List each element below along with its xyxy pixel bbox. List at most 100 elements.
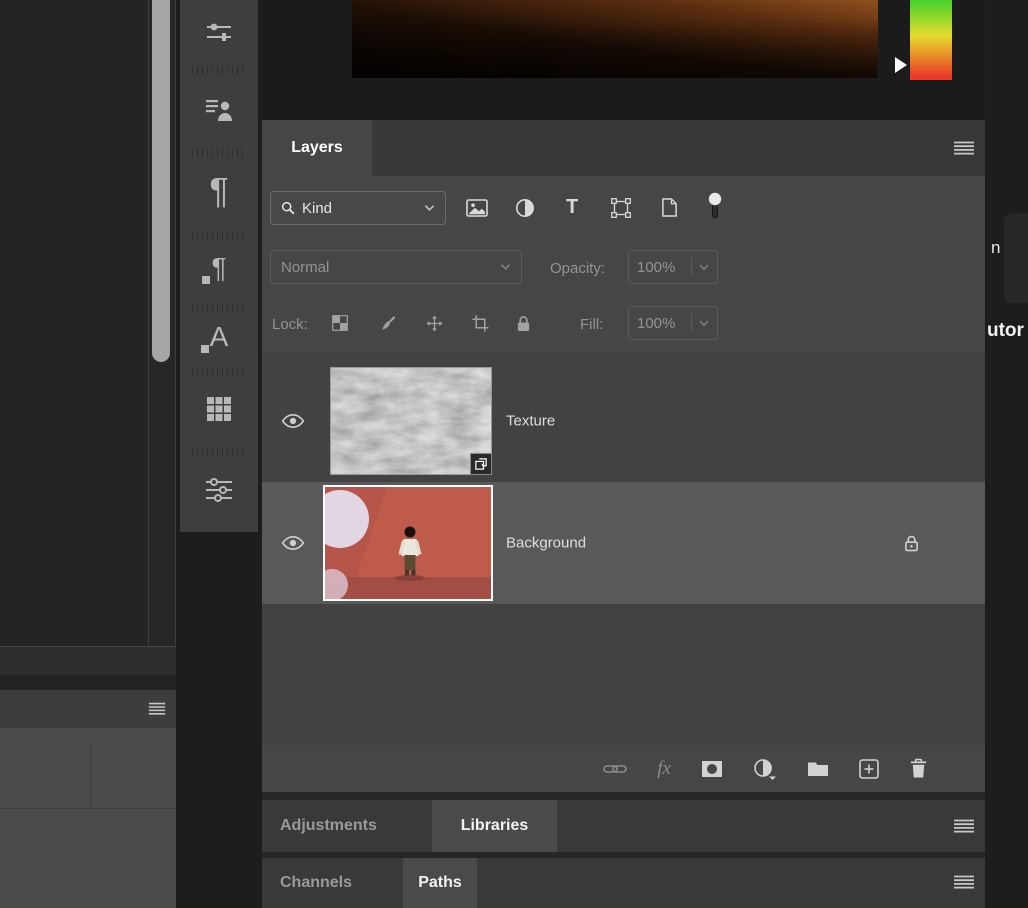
cell-divider [90,746,91,808]
layer-name: Texture [506,413,555,430]
layers-tab-bar: Layers [262,120,985,176]
lock-pixels-icon[interactable] [380,315,397,332]
layer-style-fx-icon[interactable]: fx [657,758,671,780]
type-layer-filter-icon[interactable]: T [566,196,578,219]
paragraph-styles-panel-button[interactable]: ¶ [180,240,258,296]
panel-icon-strip: ¶ ¶ A [180,0,258,532]
document-area-left [0,0,176,908]
grid-panel-button[interactable] [180,380,258,438]
filter-kind-value: Kind [302,200,332,217]
delete-layer-trash-icon[interactable] [909,758,928,779]
menu-icon[interactable] [953,819,975,833]
filter-toggle-icon[interactable] [708,192,722,220]
new-group-folder-icon[interactable] [807,760,829,777]
smart-object-filter-icon[interactable] [661,198,678,217]
properties-icon [205,478,233,502]
blend-mode-value: Normal [281,259,329,276]
paragraph-panel-button[interactable]: ¶ [180,160,258,222]
layers-panel: Layers Kind [262,120,985,792]
collapsed-panel-body [0,728,176,908]
tab-paths[interactable]: Paths [403,858,477,908]
filter-kind-dropdown[interactable]: Kind [270,191,446,225]
tab-adjustments[interactable]: Adjustments [280,800,377,852]
lock-position-icon[interactable] [426,315,443,332]
glyphs-panel-button[interactable] [180,80,258,140]
gradient-arrow-icon [895,57,907,73]
smart-filter-badge-icon [470,453,492,475]
document-canvas [262,0,985,120]
tab-channels[interactable]: Channels [280,858,352,908]
tab-layers[interactable]: Layers [262,120,372,176]
chevron-down-icon [699,264,709,271]
right-edge-strip: n utor [985,0,1028,908]
layer-thumbnail[interactable] [323,485,493,601]
opacity-label: Opacity: [550,240,605,296]
search-icon [281,201,295,215]
add-layer-mask-icon[interactable] [701,760,723,778]
menu-icon[interactable] [953,141,975,155]
tab-libraries[interactable]: Libraries [432,800,557,852]
lock-fill-row: Lock: Fill: 100% [262,296,985,352]
new-layer-icon[interactable] [859,759,879,779]
menu-icon[interactable] [148,702,166,715]
cell-divider [0,808,176,809]
fill-dropdown[interactable]: 100% [628,306,718,340]
tone-mixer-panel-button[interactable] [180,6,258,58]
channels-paths-tab-bar: Channels Paths [262,858,985,908]
color-gradient-bar [910,0,952,80]
dropdown-divider [691,257,692,277]
scrollbar-thumb[interactable] [152,0,170,362]
blend-mode-dropdown[interactable]: Normal [270,250,522,284]
visibility-eye-icon[interactable] [281,413,305,429]
panel-grip-ticks [192,303,246,311]
layer-filter-row: Kind T [262,176,985,240]
panel-grip-ticks [192,449,246,457]
adjustments-libraries-tab-bar: Adjustments Libraries [262,800,985,852]
glyphs-icon [205,97,233,123]
layer-row-texture[interactable]: Texture [262,362,985,480]
document-image [352,0,878,78]
lock-all-icon[interactable] [516,315,531,332]
properties-panel-button[interactable] [180,460,258,520]
panel-dock: Layers Kind [262,0,985,908]
opacity-dropdown[interactable]: 100% [628,250,718,284]
vertical-scrollbar[interactable] [148,0,176,646]
chevron-down-icon [500,263,511,271]
clipped-text-fragment: utor [987,320,1024,342]
lock-transparency-icon[interactable] [332,315,348,331]
menu-icon[interactable] [953,875,975,889]
panel-grip-ticks [192,149,246,157]
dropdown-divider [691,313,692,333]
chevron-down-icon [424,204,435,212]
paragraph-styles-icon: ¶ [211,254,226,282]
character-styles-icon: A [210,323,229,351]
layers-action-bar: fx [262,745,985,792]
new-adjustment-layer-icon[interactable] [753,758,777,780]
fill-label: Fill: [580,296,603,352]
collapsed-panel-header [0,690,176,728]
mixer-icon [205,20,233,44]
panel-grip-ticks [192,66,246,74]
fill-value: 100% [637,315,675,332]
panel-grip-ticks [192,369,246,377]
pixel-layer-filter-icon[interactable] [466,199,488,217]
collapsed-side-panel [1004,213,1028,303]
visibility-eye-icon[interactable] [281,535,305,551]
character-styles-panel-button[interactable]: A [180,312,258,362]
shape-layer-filter-icon[interactable] [611,198,631,218]
layer-thumbnail[interactable] [330,367,492,475]
layer-row-background[interactable]: Background [262,482,985,604]
layer-lock-badge-icon[interactable] [904,535,919,552]
adjustment-layer-filter-icon[interactable] [515,198,535,218]
paragraph-icon: ¶ [209,173,228,209]
chevron-down-icon [699,320,709,327]
panel-divider [0,646,176,675]
clipped-text-fragment: n [991,238,1000,258]
layer-name: Background [506,535,586,552]
lock-artboard-icon[interactable] [472,315,489,332]
grid-icon [206,396,232,422]
link-layers-icon[interactable] [603,762,627,776]
opacity-value: 100% [637,259,675,276]
layer-list: Texture [262,352,985,745]
blend-opacity-row: Normal Opacity: 100% [262,240,985,296]
